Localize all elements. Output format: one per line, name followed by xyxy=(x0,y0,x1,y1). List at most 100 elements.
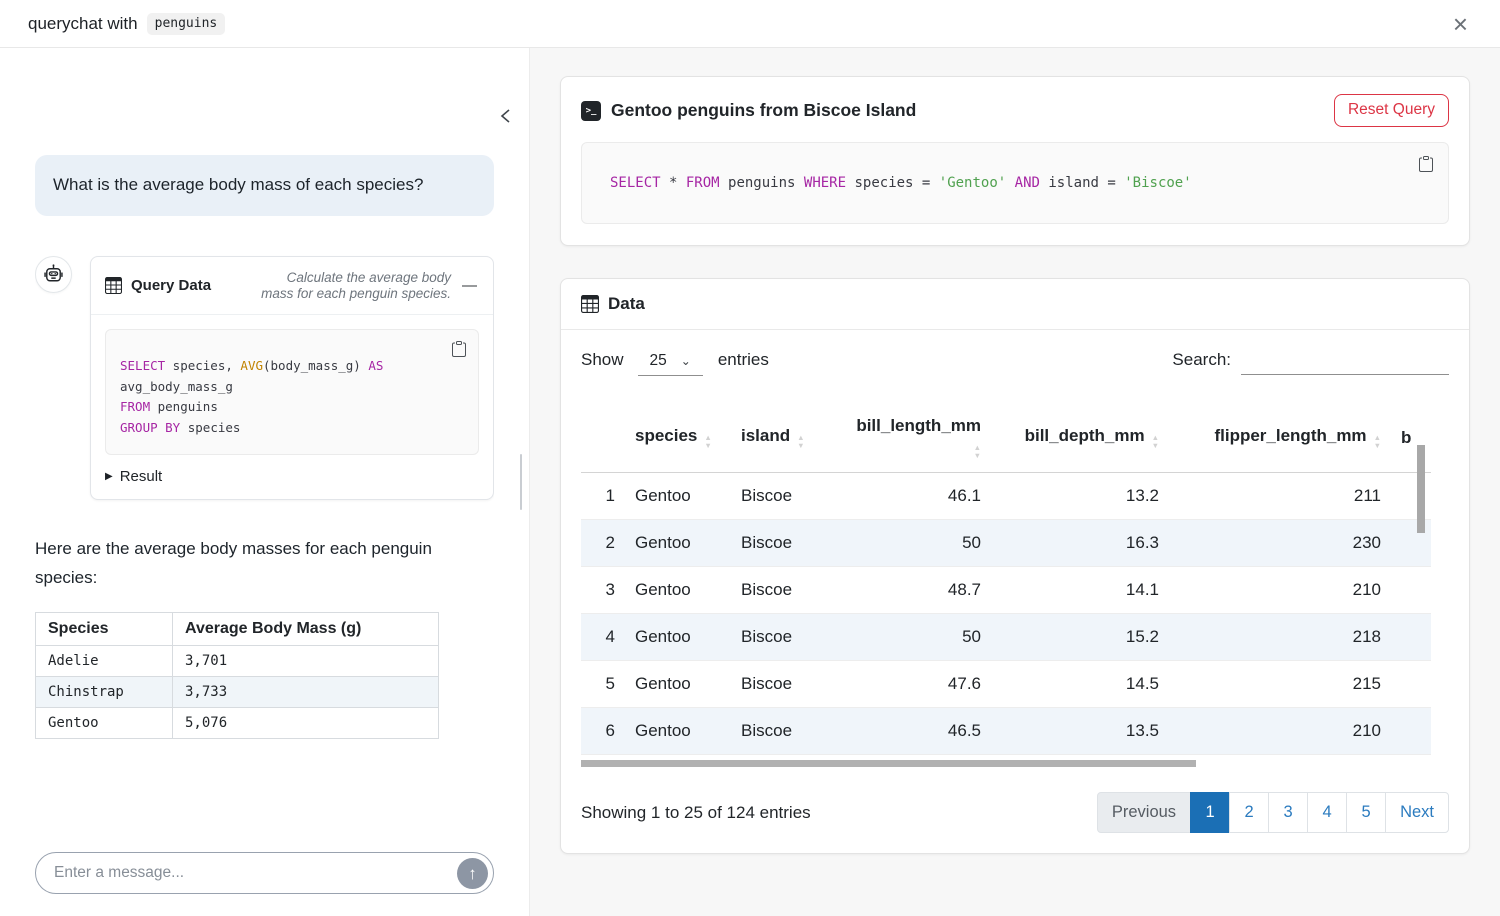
chat-sidebar: What is the average body mass of each sp… xyxy=(0,48,530,916)
tool-card-title: Query Data xyxy=(131,277,211,294)
search-label: Search: xyxy=(1172,350,1231,370)
triangle-right-icon: ▶ xyxy=(105,471,113,482)
column-header-species[interactable]: species▲▼ xyxy=(625,406,731,472)
pagination: Previous12345Next xyxy=(1097,792,1449,833)
data-card-header: Data xyxy=(561,279,1469,330)
query-card-header: >_ Gentoo penguins from Biscoe Island Re… xyxy=(561,77,1469,140)
minus-icon[interactable]: — xyxy=(460,277,479,294)
horizontal-scrollbar[interactable] xyxy=(581,760,1196,767)
tool-call-card: Query Data Calculate the average body ma… xyxy=(90,256,494,501)
answer-table-body: Adelie3,701Chinstrap3,733Gentoo5,076 xyxy=(36,646,439,739)
data-table-scroll-area[interactable]: species▲▼island▲▼bill_length_mm▲▼bill_de… xyxy=(581,406,1449,767)
robot-icon xyxy=(42,263,65,286)
result-label: Result xyxy=(120,468,163,485)
sort-icon: ▲▼ xyxy=(974,444,981,460)
page-5[interactable]: 5 xyxy=(1346,792,1386,833)
sql-code-main: SELECT * FROM penguins WHERE species = '… xyxy=(610,175,1192,191)
app-title-text: querychat with xyxy=(28,14,138,34)
answer-column-header: Average Body Mass (g) xyxy=(173,613,439,646)
page-size-value: 25 xyxy=(650,352,667,370)
show-label: Show xyxy=(581,350,624,370)
column-header-flipper_length_mm[interactable]: flipper_length_mm▲▼ xyxy=(1169,406,1391,472)
assistant-message: Query Data Calculate the average body ma… xyxy=(35,256,494,501)
copy-button[interactable] xyxy=(449,339,469,363)
answer-table-row: Chinstrap3,733 xyxy=(36,677,439,708)
table-row: 6GentooBiscoe46.513.5210 xyxy=(581,707,1431,754)
table-icon xyxy=(581,295,599,313)
result-expander[interactable]: ▶ Result xyxy=(105,468,479,485)
reset-query-button[interactable]: Reset Query xyxy=(1334,94,1449,127)
answer-table-row: Adelie3,701 xyxy=(36,646,439,677)
bot-avatar xyxy=(35,256,72,293)
app-title: querychat with penguins xyxy=(28,13,225,35)
table-icon xyxy=(105,277,122,294)
query-card: >_ Gentoo penguins from Biscoe Island Re… xyxy=(560,76,1470,246)
chat-input-row: ↑ xyxy=(35,838,494,894)
table-info: Showing 1 to 25 of 124 entries xyxy=(581,803,811,823)
entries-label: entries xyxy=(718,350,769,370)
user-message: What is the average body mass of each sp… xyxy=(35,155,494,216)
tool-card-header: Query Data Calculate the average body ma… xyxy=(91,257,493,316)
sort-icon: ▲▼ xyxy=(1152,434,1159,450)
sort-icon: ▲▼ xyxy=(704,434,711,450)
search-input[interactable] xyxy=(1241,350,1449,375)
data-card: Data Show 25 ⌄ entries Search: xyxy=(560,278,1470,854)
table-row: 4GentooBiscoe5015.2218 xyxy=(581,613,1431,660)
table-row: 3GentooBiscoe48.714.1210 xyxy=(581,566,1431,613)
page-next[interactable]: Next xyxy=(1385,792,1449,833)
tool-card-body: SELECT species, AVG(body_mass_g) AS avg_… xyxy=(91,315,493,499)
chevron-left-icon xyxy=(499,108,513,124)
sort-icon: ▲▼ xyxy=(1374,434,1381,450)
close-icon[interactable]: × xyxy=(1449,11,1472,37)
main-panel: >_ Gentoo penguins from Biscoe Island Re… xyxy=(530,48,1500,916)
data-card-body: Show 25 ⌄ entries Search: species▲▼islan… xyxy=(561,330,1469,853)
send-button[interactable]: ↑ xyxy=(457,858,488,889)
column-header-bill_depth_mm[interactable]: bill_depth_mm▲▼ xyxy=(991,406,1169,472)
copy-button-main[interactable] xyxy=(1416,154,1436,178)
page-size-select[interactable]: 25 ⌄ xyxy=(638,350,703,376)
answer-column-header: Species xyxy=(36,613,173,646)
message-input[interactable] xyxy=(35,852,494,894)
data-card-title: Data xyxy=(608,294,645,314)
page-1[interactable]: 1 xyxy=(1190,792,1230,833)
clipboard-icon xyxy=(451,341,467,357)
answer-text: Here are the average body masses for eac… xyxy=(35,535,494,593)
search-group: Search: xyxy=(1172,350,1449,375)
chevron-down-icon: ⌄ xyxy=(681,354,691,368)
column-header-b: b xyxy=(1391,406,1431,472)
terminal-icon: >_ xyxy=(581,101,601,121)
dataset-chip: penguins xyxy=(147,13,226,35)
answer-table-row: Gentoo5,076 xyxy=(36,708,439,739)
table-controls: Show 25 ⌄ entries Search: xyxy=(581,350,1449,376)
vertical-scrollbar[interactable] xyxy=(1417,445,1425,533)
chat-messages: What is the average body mass of each sp… xyxy=(35,48,494,838)
tool-description: Calculate the average body mass for each… xyxy=(251,270,451,302)
arrow-up-icon: ↑ xyxy=(468,865,477,882)
table-footer: Showing 1 to 25 of 124 entries Previous1… xyxy=(581,792,1449,833)
table-row: 1GentooBiscoe46.113.2211 xyxy=(581,472,1431,519)
top-bar: querychat with penguins × xyxy=(0,0,1500,48)
page-3[interactable]: 3 xyxy=(1268,792,1308,833)
sql-code-block: SELECT species, AVG(body_mass_g) AS avg_… xyxy=(105,329,479,455)
data-table-head-row: species▲▼island▲▼bill_length_mm▲▼bill_de… xyxy=(581,406,1431,472)
panel-resize-handle[interactable] xyxy=(520,454,522,510)
sql-code: SELECT species, AVG(body_mass_g) AS avg_… xyxy=(120,356,464,438)
data-table: species▲▼island▲▼bill_length_mm▲▼bill_de… xyxy=(581,406,1431,767)
answer-table-head-row: SpeciesAverage Body Mass (g) xyxy=(36,613,439,646)
query-card-body: SELECT * FROM penguins WHERE species = '… xyxy=(561,140,1469,245)
column-header-island[interactable]: island▲▼ xyxy=(731,406,841,472)
query-title: Gentoo penguins from Biscoe Island xyxy=(611,100,916,121)
table-row: 5GentooBiscoe47.614.5215 xyxy=(581,660,1431,707)
sort-icon: ▲▼ xyxy=(797,434,804,450)
sql-code-block-main: SELECT * FROM penguins WHERE species = '… xyxy=(581,142,1449,224)
clipboard-icon xyxy=(1418,156,1434,172)
table-row: 2GentooBiscoe5016.3230 xyxy=(581,519,1431,566)
answer-table: SpeciesAverage Body Mass (g) Adelie3,701… xyxy=(35,612,439,739)
column-header-rownum xyxy=(581,406,625,472)
data-table-body: 1GentooBiscoe46.113.22112GentooBiscoe501… xyxy=(581,472,1431,767)
page-2[interactable]: 2 xyxy=(1229,792,1269,833)
page-previous[interactable]: Previous xyxy=(1097,792,1191,833)
page-4[interactable]: 4 xyxy=(1307,792,1347,833)
column-header-bill_length_mm[interactable]: bill_length_mm▲▼ xyxy=(841,406,991,472)
collapse-sidebar-button[interactable] xyxy=(499,108,513,127)
